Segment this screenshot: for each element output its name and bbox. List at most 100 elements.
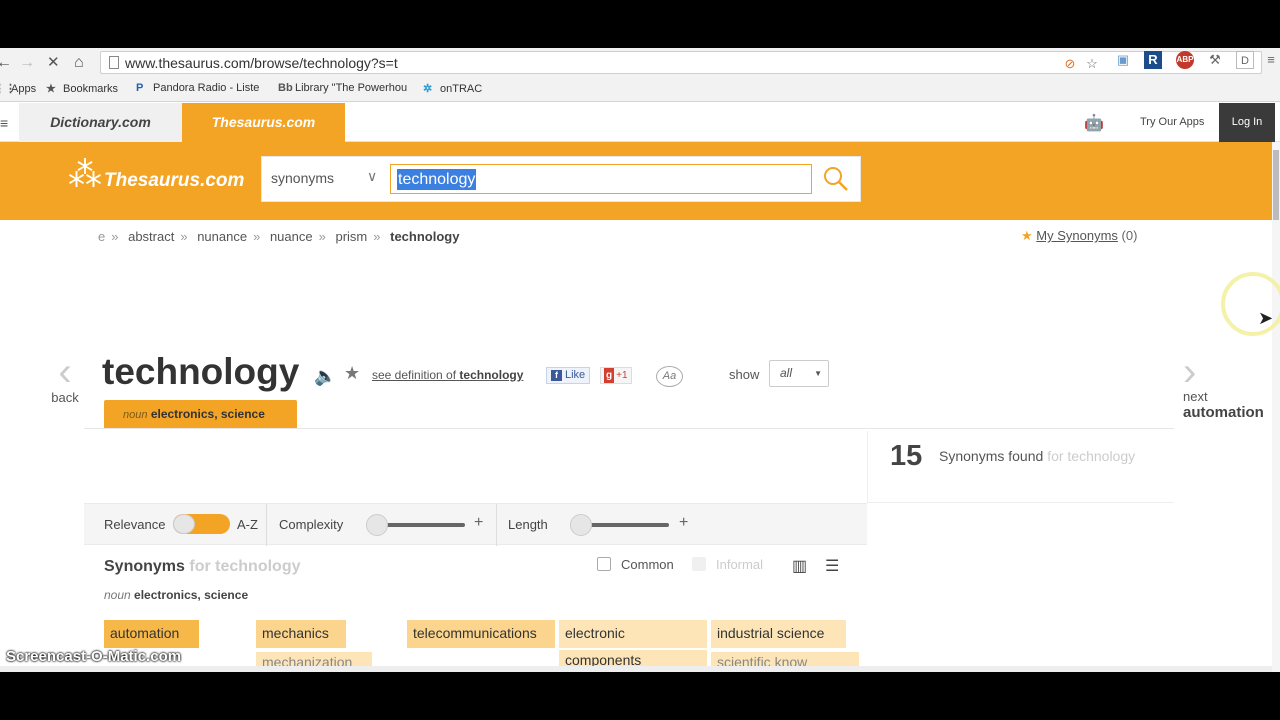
speaker-icon[interactable]: 🔈 bbox=[314, 366, 336, 387]
chevron-right-icon: › bbox=[1183, 350, 1197, 394]
synonyms-found-label: Synonyms found for technology bbox=[939, 448, 1136, 464]
pandora-icon: P bbox=[136, 82, 144, 94]
breadcrumb-item[interactable]: e bbox=[98, 229, 105, 244]
tab-dictionary[interactable]: Dictionary.com bbox=[19, 103, 182, 142]
synonym-count: 15 bbox=[890, 440, 923, 472]
breadcrumb: e» abstract» nunance» nuance» prism» tec… bbox=[98, 229, 460, 244]
bookmark-apps[interactable]: ⋮⋮Apps bbox=[0, 82, 36, 95]
back-button[interactable]: ‹ back bbox=[45, 350, 85, 405]
blackboard-icon: Bb bbox=[278, 82, 293, 94]
horizontal-scrollbar[interactable] bbox=[0, 666, 1272, 672]
chrome-menu-icon[interactable]: ≡ bbox=[1262, 51, 1280, 69]
page-title: technology bbox=[102, 351, 300, 392]
common-label: Common bbox=[621, 557, 674, 572]
scrollbar-thumb[interactable] bbox=[1273, 150, 1279, 220]
ext-d-icon[interactable]: D bbox=[1236, 51, 1254, 69]
next-button[interactable]: › next automation bbox=[1183, 350, 1280, 421]
favorite-star-icon[interactable]: ★ bbox=[344, 363, 360, 384]
try-our-apps-link[interactable]: Try Our Apps bbox=[1140, 116, 1204, 128]
search-type-select[interactable]: synonyms bbox=[271, 170, 334, 186]
filter-bar: Relevance A-Z Complexity + Length + bbox=[84, 503, 867, 546]
font-size-icon[interactable]: Aa bbox=[656, 366, 683, 387]
ext-r-icon[interactable]: R bbox=[1144, 51, 1162, 69]
address-bar[interactable]: www.thesaurus.com/browse/technology?s=t … bbox=[100, 51, 1262, 74]
breadcrumb-current: technology bbox=[390, 229, 460, 244]
see-definition-link[interactable]: see definition of technology bbox=[372, 368, 523, 382]
breadcrumb-item[interactable]: nunance bbox=[197, 229, 247, 244]
common-checkbox[interactable] bbox=[597, 557, 611, 571]
ext-block-icon[interactable]: ⊘ bbox=[1061, 55, 1079, 73]
browser-back-icon[interactable]: ← bbox=[0, 54, 12, 72]
site-header: ⁂ Thesaurus.com synonyms ∨ technology bbox=[0, 142, 1280, 220]
bookmark-pandora[interactable]: P Pandora Radio - Liste bbox=[136, 82, 259, 94]
breadcrumb-item[interactable]: abstract bbox=[128, 229, 174, 244]
relevance-label: Relevance bbox=[104, 517, 166, 532]
synonym-link[interactable]: automation bbox=[104, 620, 199, 648]
chevron-left-icon: ‹ bbox=[58, 350, 72, 394]
dropdown-arrow-icon: ▼ bbox=[814, 369, 822, 378]
browser-toolbar: ← → ✕ ⌂ www.thesaurus.com/browse/technol… bbox=[0, 48, 1280, 78]
url-text: www.thesaurus.com/browse/technology?s=t bbox=[125, 55, 398, 71]
stop-loading-icon[interactable]: ✕ bbox=[47, 54, 60, 72]
synonym-link[interactable]: telecommunications bbox=[407, 620, 555, 648]
tab-thesaurus[interactable]: Thesaurus.com bbox=[182, 103, 345, 142]
thesaurus-logo[interactable]: ⁂ Thesaurus.com bbox=[68, 158, 248, 202]
informal-checkbox[interactable] bbox=[692, 557, 706, 571]
bookmarks-bar: ⋮⋮Apps ★Bookmarks PPandora Radio - Liste… bbox=[0, 78, 1280, 102]
bookmark-star-icon[interactable]: ☆ bbox=[1083, 55, 1101, 73]
complexity-plus-icon[interactable]: + bbox=[474, 514, 483, 532]
length-slider-knob[interactable] bbox=[570, 514, 592, 536]
divider bbox=[266, 504, 267, 546]
google-plus-icon: g bbox=[604, 368, 615, 383]
vertical-scrollbar[interactable] bbox=[1272, 142, 1280, 672]
star-icon: ★ bbox=[1021, 228, 1033, 243]
apps-icon: ⋮⋮ bbox=[0, 83, 16, 95]
home-icon[interactable]: ⌂ bbox=[74, 54, 84, 72]
browser-forward-icon[interactable]: → bbox=[19, 54, 35, 72]
synonym-link[interactable]: mechanics bbox=[256, 620, 346, 648]
breadcrumb-item[interactable]: prism bbox=[335, 229, 367, 244]
watermark: Screencast-O-Matic.com bbox=[6, 648, 182, 665]
complexity-slider-knob[interactable] bbox=[366, 514, 388, 536]
bookmark-bookmarks[interactable]: ★ Bookmarks bbox=[46, 82, 118, 95]
android-icon[interactable]: 🤖 bbox=[1084, 113, 1104, 133]
pos-tab[interactable]: noun electronics, science bbox=[104, 400, 297, 428]
adblock-icon[interactable]: ABP bbox=[1176, 51, 1194, 69]
mouse-cursor-icon: ➤ bbox=[1258, 308, 1274, 328]
page-icon bbox=[109, 56, 119, 69]
facebook-like-button[interactable]: f Like bbox=[546, 367, 591, 384]
login-button[interactable]: Log In bbox=[1219, 103, 1275, 142]
star-icon: ★ bbox=[46, 83, 56, 95]
synonym-link[interactable]: electronic bbox=[559, 620, 707, 648]
search-icon[interactable] bbox=[822, 165, 850, 193]
synonyms-heading: Synonyms for technology bbox=[104, 558, 301, 575]
hamburger-menu-icon[interactable]: ≡ bbox=[0, 115, 8, 131]
bookmark-ontrac[interactable]: ✲ onTRAC bbox=[423, 82, 482, 95]
sort-toggle[interactable] bbox=[173, 514, 230, 534]
synonym-link[interactable]: industrial science bbox=[711, 620, 846, 648]
ext-window-icon[interactable]: ▣ bbox=[1114, 51, 1132, 69]
breadcrumb-item[interactable]: nuance bbox=[270, 229, 313, 244]
show-label: show bbox=[729, 367, 760, 382]
show-select[interactable]: all ▼ bbox=[769, 360, 829, 387]
sense-label: noun electronics, science bbox=[104, 588, 249, 602]
ontrac-icon: ✲ bbox=[423, 83, 433, 95]
divider bbox=[84, 428, 1174, 429]
chevron-down-icon[interactable]: ∨ bbox=[367, 168, 377, 185]
my-synonyms-link[interactable]: ★ My Synonyms (0) bbox=[1021, 228, 1137, 244]
search-box: synonyms ∨ technology bbox=[261, 156, 861, 202]
length-plus-icon[interactable]: + bbox=[679, 514, 688, 532]
site-topbar: ≡ Dictionary.com Thesaurus.com 🤖 Try Our… bbox=[0, 103, 1280, 142]
az-label: A-Z bbox=[237, 517, 258, 532]
toggle-knob[interactable] bbox=[173, 514, 195, 534]
google-plus-button[interactable]: g +1 bbox=[600, 367, 632, 384]
ext-tools-icon[interactable]: ⚒ bbox=[1206, 51, 1224, 69]
facebook-icon: f bbox=[551, 370, 562, 381]
bookmark-library[interactable]: Bb Library "The Powerhou bbox=[278, 82, 407, 94]
synonym-count-box: 15 Synonyms found for technology bbox=[867, 431, 1174, 503]
complexity-label: Complexity bbox=[279, 517, 344, 532]
informal-label: Informal bbox=[716, 557, 763, 572]
column-view-icon[interactable]: ▥ bbox=[792, 556, 807, 576]
logo-sunburst-icon: ⁂ bbox=[68, 156, 102, 194]
list-view-icon[interactable]: ☰ bbox=[825, 556, 839, 576]
